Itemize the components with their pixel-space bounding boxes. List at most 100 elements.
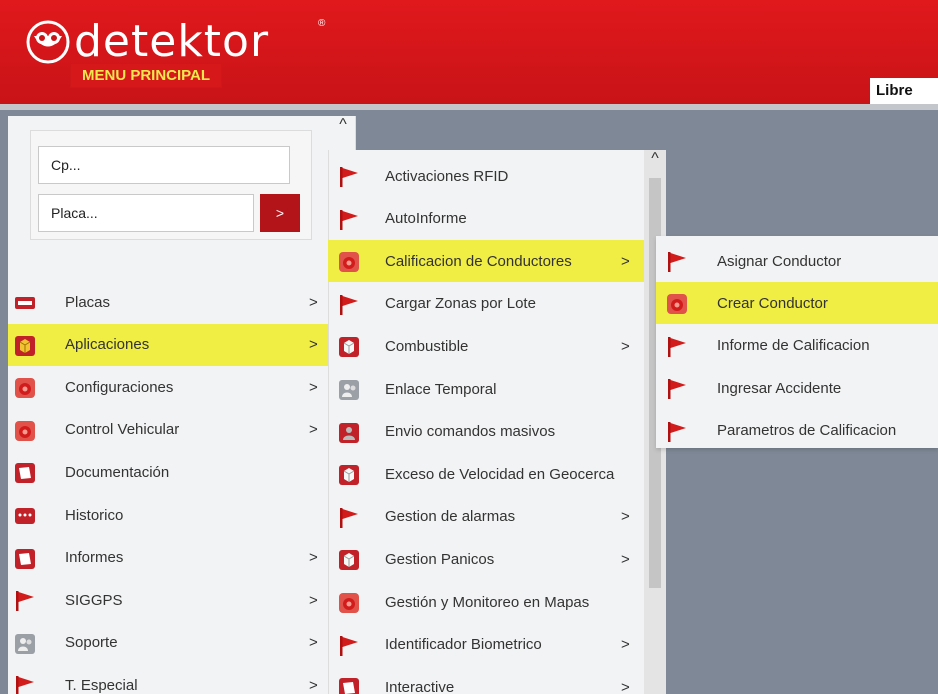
chevron-right-icon: > (621, 508, 630, 526)
submenu-item-label: Gestion de alarmas (385, 508, 516, 526)
submenu-item-label: Enlace Temporal (385, 380, 497, 398)
chevron-right-icon: > (621, 636, 630, 654)
flag-icon (338, 507, 358, 528)
left-menu-item-label: Aplicaciones (65, 336, 150, 354)
flag-icon (14, 590, 34, 612)
gear-red-icon (14, 420, 35, 441)
chevron-right-icon: > (309, 676, 318, 694)
sub-submenu-item[interactable]: Informe de Calificacion (656, 325, 938, 367)
left-menu-item[interactable]: Aplicaciones > (8, 323, 328, 366)
submenu-item-label: Activaciones RFID (385, 167, 509, 185)
chevron-right-icon: > (309, 634, 318, 652)
submenu-item-label: Combustible (385, 337, 469, 355)
plate-icon (14, 292, 35, 312)
box-red-icon (338, 464, 359, 486)
submenu-item[interactable]: Calificacion de Conductores > (328, 240, 644, 283)
submenu-item-label: Gestión y Monitoreo en Mapas (385, 593, 590, 611)
document-icon (338, 677, 359, 694)
left-menu-item-label: Documentación (65, 463, 170, 481)
people-red-icon (338, 422, 359, 443)
submenu-item-label: Gestion Panicos (385, 550, 495, 568)
sub-submenu-item-label: Crear Conductor (717, 294, 828, 312)
box-red-icon (338, 549, 359, 571)
submenu-item[interactable]: Activaciones RFID (328, 155, 644, 197)
chevron-right-icon: > (621, 252, 630, 270)
cp-input[interactable]: Cp... (38, 146, 290, 184)
box-red-icon (338, 336, 359, 358)
logo-text: detektor (74, 16, 270, 67)
left-menu-item[interactable]: Control Vehicular > (8, 409, 328, 451)
gear-red-icon (666, 293, 687, 315)
submenu-item[interactable]: Gestion Panicos > (328, 538, 644, 580)
flag-icon (666, 336, 686, 357)
flag-icon (338, 166, 358, 187)
submenu-item-label: Envio comandos masivos (385, 423, 556, 441)
chevron-right-icon: > (309, 421, 318, 439)
sub-submenu-item[interactable]: Asignar Conductor (656, 240, 938, 282)
left-menu-item[interactable]: Documentación (8, 451, 328, 493)
left-menu-item[interactable]: Historico (8, 494, 328, 536)
left-menu-item-label: Soporte (65, 634, 118, 652)
submenu-item-label: AutoInforme (385, 210, 467, 228)
menu-principal-label[interactable]: MENU PRINCIPAL (70, 63, 223, 88)
sub-submenu-item[interactable]: Ingresar Accidente (656, 367, 938, 409)
document-icon (14, 548, 35, 569)
search-go-button[interactable]: > (260, 194, 300, 232)
submenu-item[interactable]: Gestión y Monitoreo en Mapas (328, 581, 644, 623)
gear-red-icon (338, 251, 359, 273)
flag-icon (338, 294, 358, 315)
left-menu-item[interactable]: T. Especial > (8, 664, 328, 694)
left-scroll-up-icon[interactable]: ^ (330, 116, 356, 146)
chevron-right-icon: > (309, 336, 318, 354)
submenu-item-label: Interactive (385, 678, 455, 694)
chevron-right-icon: > (309, 293, 318, 311)
left-menu-item-label: T. Especial (65, 676, 138, 694)
sub-submenu-item-label: Parametros de Calificacion (717, 422, 897, 440)
left-menu-item-label: SIGGPS (65, 591, 123, 609)
detektor-logo-icon (26, 20, 70, 64)
libre-label: Libre (870, 78, 938, 104)
chevron-right-icon: > (309, 549, 318, 567)
logo: detektor ® (26, 16, 325, 67)
submenu-item[interactable]: Gestion de alarmas > (328, 496, 644, 538)
submenu-item[interactable]: Envio comandos masivos (328, 411, 644, 453)
people-icon (338, 379, 359, 400)
left-menu-item-label: Informes (65, 549, 124, 567)
sub-submenu-item-label: Asignar Conductor (717, 252, 842, 270)
chevron-right-icon: > (309, 591, 318, 609)
left-menu-item-label: Placas (65, 293, 111, 311)
placa-input[interactable]: Placa... (38, 194, 254, 232)
left-menu-item[interactable]: SIGGPS > (8, 579, 328, 621)
submenu-item-label: Identificador Biometrico (385, 636, 542, 654)
submenu-item[interactable]: Exceso de Velocidad en Geocerca (328, 453, 644, 495)
submenu-item[interactable]: Combustible > (328, 325, 644, 367)
flag-icon (338, 635, 358, 656)
submenu-item[interactable]: AutoInforme (328, 198, 644, 240)
left-menu-item[interactable]: Soporte > (8, 622, 328, 664)
sub-submenu-item-label: Ingresar Accidente (717, 379, 842, 397)
left-menu-item-label: Control Vehicular (65, 421, 180, 439)
left-menu-item[interactable]: Informes > (8, 537, 328, 579)
submenu-item-label: Exceso de Velocidad en Geocerca (385, 465, 615, 483)
left-menu-item-label: Historico (65, 506, 124, 524)
flag-icon (14, 675, 34, 694)
left-menu-item[interactable]: Placas > (8, 281, 328, 323)
left-menu-item-label: Configuraciones (65, 378, 174, 396)
dots-icon (14, 505, 35, 525)
app-header: detektor ® MENU PRINCIPAL Libre (0, 0, 938, 110)
flag-icon (666, 378, 686, 400)
sub-submenu-item[interactable]: Parametros de Calificacion (656, 410, 938, 452)
submenu-item[interactable]: Interactive > (328, 666, 644, 694)
sub-submenu-item[interactable]: Crear Conductor (656, 282, 938, 325)
chevron-right-icon: > (621, 550, 630, 568)
chevron-right-icon: > (621, 337, 630, 355)
submenu-item[interactable]: Enlace Temporal (328, 368, 644, 410)
flag-icon (338, 209, 358, 230)
gear-red-icon (338, 592, 359, 613)
submenu-scroll-up-icon[interactable]: ^ (644, 150, 666, 168)
submenu-item[interactable]: Cargar Zonas por Lote (328, 283, 644, 325)
chevron-right-icon: > (309, 378, 318, 396)
left-menu-item[interactable]: Configuraciones > (8, 366, 328, 408)
logo-registered-mark: ® (318, 18, 326, 29)
submenu-item[interactable]: Identificador Biometrico > (328, 624, 644, 666)
